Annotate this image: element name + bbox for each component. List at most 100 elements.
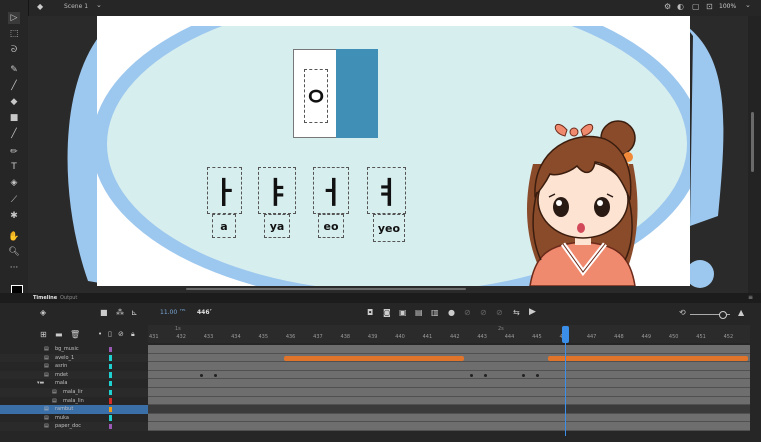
roman-label-yeo[interactable]: yeo — [373, 218, 405, 238]
frame-row[interactable] — [148, 362, 750, 371]
stage[interactable]: ㅇ ㅏ a ㅑ ya ㅓ eo ㅕ yeo — [97, 16, 690, 286]
layer-color-swatch[interactable] — [109, 406, 112, 413]
layer-color-swatch[interactable] — [109, 363, 112, 370]
layer-color-swatch[interactable] — [109, 380, 112, 387]
frame-row[interactable] — [148, 405, 750, 414]
frame-row[interactable] — [148, 413, 750, 423]
layer-name[interactable]: mdet — [55, 371, 68, 380]
paint-bucket-icon[interactable]: ◈ — [8, 177, 20, 189]
layer-row[interactable]: ▤ bg_music — [0, 345, 148, 354]
bone-tool-icon[interactable]: ✱ — [8, 210, 20, 222]
layer-name[interactable]: rambut — [55, 405, 73, 414]
layer-name[interactable]: asrin — [55, 362, 67, 371]
layer-row[interactable]: ▤ avelo_1 — [0, 353, 148, 363]
insert-frame-icon[interactable]: ▣ — [399, 308, 407, 317]
layer-depth-icon[interactable]: ⊾ — [131, 308, 138, 317]
current-frame-value[interactable]: 446 — [197, 309, 210, 316]
keyframe-dot[interactable] — [536, 373, 539, 377]
camera-icon[interactable]: ■ — [100, 308, 108, 317]
frame-row[interactable] — [148, 422, 750, 431]
text-tool-icon[interactable]: T — [8, 161, 20, 173]
frame-row[interactable] — [148, 396, 750, 406]
layer-color-swatch[interactable] — [109, 355, 112, 361]
keyframe-dot[interactable] — [522, 373, 525, 377]
layer-row[interactable]: ▤ mdet — [0, 370, 148, 380]
new-layer-icon[interactable]: ⊞ — [40, 330, 47, 339]
layer-color-swatch[interactable] — [109, 415, 112, 421]
hand-tool-icon[interactable]: ✋ — [8, 231, 20, 243]
outline-icon[interactable]: ▯ — [108, 330, 112, 338]
layer-name[interactable]: paper_doc — [55, 422, 81, 431]
pencil-icon[interactable]: ✏ — [8, 146, 20, 158]
girl-character[interactable] — [515, 104, 651, 286]
scene-dropdown-icon[interactable]: ⌄ — [96, 1, 102, 9]
layer-row[interactable]: ▤ mala_lir — [0, 388, 148, 397]
visibility-icon[interactable]: ⊘ — [118, 330, 124, 338]
roman-label-a[interactable]: a — [212, 216, 236, 236]
frame-row[interactable] — [148, 379, 750, 388]
layer-row[interactable]: ▤ rambut — [0, 405, 148, 414]
center-stage-icon[interactable]: ⊡ — [706, 2, 713, 11]
layer-row[interactable]: ▤ mala_lin — [0, 396, 148, 406]
fps-value[interactable]: 11.00 — [160, 309, 177, 316]
layer-row[interactable]: ▤ paper_doc — [0, 422, 148, 431]
layer-color-swatch[interactable] — [109, 389, 112, 395]
back-arrow-icon[interactable]: ◆ — [37, 2, 43, 11]
layer-color-swatch[interactable] — [109, 398, 112, 404]
brush-icon[interactable]: ╱ — [8, 80, 20, 92]
layer-name[interactable]: muka — [55, 414, 69, 423]
onion-skin-icon[interactable]: ● — [448, 308, 455, 317]
line-tool-icon[interactable]: ╱ — [8, 128, 20, 140]
layer-color-swatch[interactable] — [109, 372, 112, 378]
keyframe-dot[interactable] — [214, 373, 217, 377]
timeline-zoom-handle[interactable] — [719, 311, 727, 319]
gear-icon[interactable]: ⚙ — [664, 2, 671, 11]
vowel-glyph-a[interactable]: ㅏ — [207, 170, 242, 211]
vowel-glyph-eo[interactable]: ㅓ — [313, 170, 349, 211]
eyedropper-icon[interactable]: ⟋ — [8, 194, 20, 206]
playhead-head[interactable] — [562, 326, 569, 343]
layer-color-swatch[interactable] — [109, 423, 112, 430]
consonant-glyph[interactable]: ㅇ — [304, 79, 328, 111]
roman-label-ya[interactable]: ya — [264, 216, 290, 236]
mountain-large-icon[interactable]: ▲ — [738, 308, 744, 317]
selection-tool-icon[interactable]: ▷ — [8, 12, 20, 24]
onion-outline-icon[interactable]: ⊘ — [464, 308, 471, 317]
onion-range-icon[interactable]: ⊘ — [480, 308, 487, 317]
layers-icon[interactable]: ◈ — [40, 308, 46, 317]
insert-blank-keyframe-icon[interactable]: ◙ — [383, 308, 391, 317]
new-folder-icon[interactable]: ▬ — [55, 330, 63, 339]
vowel-glyph-ya[interactable]: ㅑ — [258, 170, 296, 211]
free-transform-icon[interactable]: ⬚ — [8, 28, 20, 40]
lasso-icon[interactable]: ᘐ — [8, 44, 20, 56]
lock-icon[interactable]: 🔒︎ — [131, 330, 135, 339]
layer-row[interactable]: ▤ muka — [0, 413, 148, 423]
frame-ruler[interactable]: 1s 2s 431 432 433 434 435 436 437 438 439 440 441 4… — [148, 325, 750, 343]
highlight-icon[interactable]: • — [98, 330, 102, 338]
more-tools-icon[interactable]: ··· — [8, 262, 20, 274]
roman-label-eo[interactable]: eo — [318, 216, 344, 236]
insert-keyframe-icon[interactable]: ◘ — [367, 308, 373, 317]
edit-multiple-icon[interactable]: ▤ — [415, 308, 423, 317]
tab-timeline[interactable]: Timeline — [33, 293, 57, 303]
tab-output[interactable]: Output — [60, 293, 77, 303]
play-icon[interactable]: ▶ — [529, 307, 536, 317]
eraser-icon[interactable]: ◆ — [8, 96, 20, 108]
keyframe-dot[interactable] — [484, 373, 487, 377]
scene-label[interactable]: Scene 1 — [64, 3, 88, 10]
clip-icon[interactable]: ▢ — [692, 2, 700, 11]
edit-symbol-icon[interactable]: ◐ — [677, 2, 684, 11]
layer-name[interactable]: avelo_1 — [55, 354, 74, 363]
layer-name[interactable]: mala_lin — [63, 397, 84, 406]
frame-row[interactable] — [148, 388, 750, 397]
horizontal-scrollbar[interactable] — [186, 288, 466, 290]
layer-row[interactable]: ▾▬ mala — [0, 379, 148, 388]
keyframe-dot[interactable] — [200, 373, 203, 377]
layer-row[interactable]: ▤ asrin — [0, 362, 148, 371]
delete-layer-icon[interactable]: 🗑︎ — [70, 330, 80, 339]
zoom-value[interactable]: 100% — [719, 3, 736, 10]
frame-row[interactable] — [148, 345, 750, 354]
tween-icon[interactable]: ▥ — [431, 308, 439, 317]
zoom-dropdown-icon[interactable]: ⌄ — [745, 1, 751, 9]
rectangle-tool-icon[interactable]: ■ — [8, 112, 20, 124]
